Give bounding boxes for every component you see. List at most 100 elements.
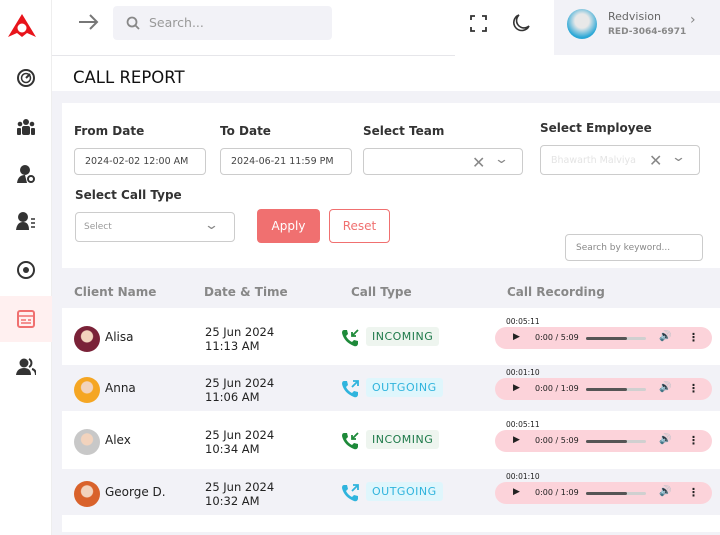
client-name: George D. [105,485,166,499]
profile-menu[interactable]: Redvision RED-3064-6971 › [554,0,720,55]
sidebar-item-dashboard[interactable] [0,55,52,101]
from-date-label: From Date [74,124,145,138]
outgoing-call-icon [340,483,360,507]
audio-player[interactable]: ▶ 0:00 / 1:09 🔊 ⋮ [495,482,712,504]
progress-fill [586,492,627,495]
progress-track[interactable] [586,440,646,443]
client-name: Alex [105,433,131,447]
player-time: 0:00 / 1:09 [535,488,579,497]
call-time: 10:32 AM [205,494,260,508]
reset-button[interactable]: Reset [329,209,390,243]
dashboard-icon [17,69,35,87]
progress-track[interactable] [586,388,646,391]
call-date: 25 Jun 2024 [205,480,275,494]
sidebar-item-user-list[interactable] [0,198,52,244]
employee-value: Bhawarth Malviya [551,154,636,166]
header-call-recording[interactable]: Call Recording [507,285,605,299]
divider [52,55,455,56]
volume-icon[interactable]: 🔊 [659,486,671,497]
dark-mode-moon-icon[interactable] [512,14,530,32]
more-options-icon[interactable]: ⋮ [688,331,699,344]
user-list-icon [16,212,35,230]
play-icon[interactable]: ▶ [513,383,520,393]
header-client-name[interactable]: Client Name [74,285,156,299]
more-options-icon[interactable]: ⋮ [688,486,699,499]
player-time: 0:00 / 5:09 [535,436,579,445]
employee-select[interactable]: Bhawarth Malviya ✕ ⌄ [540,145,700,175]
progress-fill [586,336,627,340]
incoming-call-icon [340,431,360,455]
sidebar-item-users[interactable] [0,344,52,390]
sidebar-item-user-settings[interactable] [0,151,52,197]
chevron-down-icon[interactable]: ⌄ [671,150,686,165]
team-icon [17,119,35,135]
sidebar-item-team[interactable] [0,104,52,150]
date-time: 25 Jun 2024 11:06 AM [205,376,274,404]
sidebar-item-record[interactable] [0,247,52,293]
to-date-label: To Date [220,124,271,138]
audio-player[interactable]: ▶ 0:00 / 5:09 🔊 ⋮ [495,326,712,349]
users-icon [16,358,36,376]
outgoing-call-icon [340,379,360,403]
incoming-call-icon [340,328,360,352]
client-avatar [74,377,100,403]
logo-icon [8,14,36,37]
more-options-icon[interactable]: ⋮ [688,382,699,395]
to-date-input[interactable]: 2024-06-21 11:59 PM [220,148,352,175]
keyword-search-input[interactable]: Search by keyword... [565,234,703,261]
profile-code: RED-3064-6971 [608,27,687,37]
player-time: 0:00 / 1:09 [535,384,579,393]
play-icon[interactable]: ▶ [513,487,520,497]
call-date: 25 Jun 2024 [205,428,275,442]
call-date: 25 Jun 2024 [205,324,275,339]
call-type-badge: OUTGOING [366,482,443,501]
clear-icon[interactable]: ✕ [472,153,485,172]
sidebar-item-call-report[interactable] [0,296,52,342]
call-type-badge: INCOMING [366,326,440,346]
apply-button[interactable]: Apply [257,209,320,243]
recording-duration: 00:01:10 [506,472,540,481]
date-time: 25 Jun 2024 11:13 AM [205,325,274,353]
client-avatar [74,325,100,352]
volume-icon[interactable]: 🔊 [659,382,671,393]
header-date-time[interactable]: Date & Time [204,285,288,299]
chevron-down-icon[interactable]: ⌄ [494,152,509,167]
play-icon[interactable]: ▶ [513,435,520,445]
call-type-badge: INCOMING [366,430,440,449]
recording-duration: 00:05:11 [506,420,540,429]
header-call-type[interactable]: Call Type [351,285,412,299]
progress-track[interactable] [586,336,646,340]
sidebar [0,0,52,535]
user-settings-icon [17,165,35,183]
call-type-placeholder: Select [84,222,112,232]
search-icon [126,16,140,30]
expand-sidebar-arrow-icon[interactable] [78,13,100,31]
volume-icon[interactable]: 🔊 [659,434,671,445]
call-type-select[interactable]: Select ⌄ [75,212,235,242]
play-icon[interactable]: ▶ [513,332,520,342]
team-label: Select Team [363,124,445,138]
search-placeholder: Search... [149,15,204,30]
call-date: 25 Jun 2024 [205,376,275,390]
chevron-right-icon: › [690,12,696,28]
call-time: 10:34 AM [205,442,260,456]
more-options-icon[interactable]: ⋮ [688,434,699,447]
call-report-icon [17,310,35,328]
profile-name: Redvision [608,10,661,23]
client-avatar [74,481,100,507]
progress-track[interactable] [586,492,646,495]
audio-player[interactable]: ▶ 0:00 / 5:09 🔊 ⋮ [495,430,712,452]
clear-icon[interactable]: ✕ [649,151,662,170]
record-icon [17,261,35,279]
progress-fill [586,440,627,443]
employee-label: Select Employee [540,121,652,135]
recording-duration: 00:05:11 [506,316,540,326]
fullscreen-icon[interactable] [470,15,487,32]
client-name: Alisa [105,329,134,344]
team-select[interactable]: ✕ ⌄ [363,148,523,175]
from-date-input[interactable]: 2024-02-02 12:00 AM [74,148,206,175]
audio-player[interactable]: ▶ 0:00 / 1:09 🔊 ⋮ [495,378,712,400]
search-input[interactable]: Search... [113,6,332,40]
client-avatar [74,429,100,455]
volume-icon[interactable]: 🔊 [659,331,671,342]
